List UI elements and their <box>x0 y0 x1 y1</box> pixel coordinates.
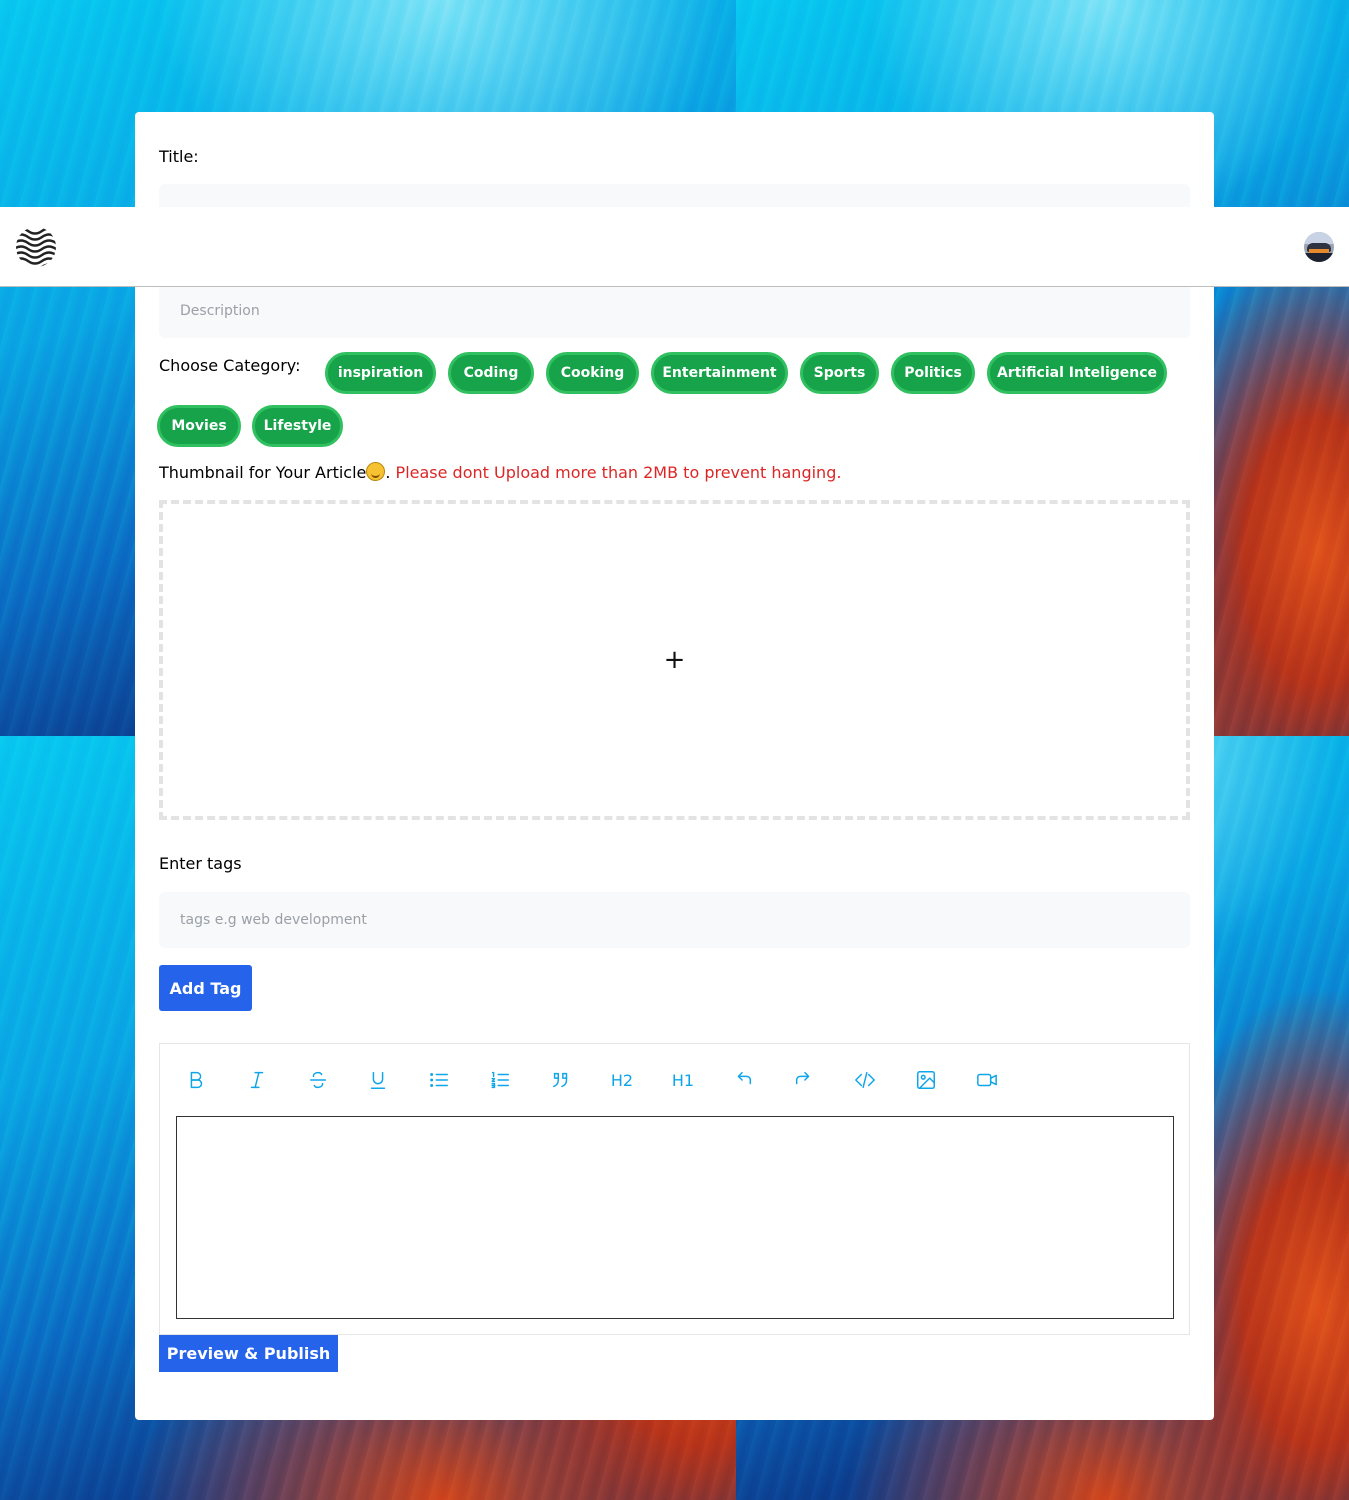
category-chip-politics[interactable]: Politics <box>891 352 975 394</box>
heading-1-button[interactable]: H1 <box>663 1064 703 1096</box>
add-tag-button[interactable]: Add Tag <box>159 965 252 1011</box>
category-chip-entertainment[interactable]: Entertainment <box>651 352 788 394</box>
category-chip-inspiration[interactable]: inspiration <box>325 352 436 394</box>
category-chip-artificial-inteligence[interactable]: Artificial Inteligence <box>987 352 1167 394</box>
heading-1-label: H1 <box>671 1070 695 1090</box>
heading-2-label: H2 <box>610 1070 634 1090</box>
bullet-list-icon[interactable] <box>419 1064 459 1096</box>
undo-icon[interactable] <box>723 1064 763 1096</box>
image-icon[interactable] <box>906 1064 946 1096</box>
strikethrough-icon[interactable] <box>298 1064 338 1096</box>
thumbnail-separator: . <box>385 463 396 482</box>
category-label: Choose Category: <box>159 356 301 375</box>
redo-icon[interactable] <box>784 1064 824 1096</box>
italic-icon[interactable] <box>237 1064 277 1096</box>
category-chip-sports[interactable]: Sports <box>800 352 879 394</box>
create-post-card: Title: Description Choose Category: insp… <box>135 112 1214 1420</box>
category-chip-lifestyle[interactable]: Lifestyle <box>252 405 343 447</box>
tags-input[interactable]: tags e.g web development <box>159 892 1190 948</box>
category-chip-coding[interactable]: Coding <box>448 352 534 394</box>
thumbnail-warning: Please dont Upload more than 2MB to prev… <box>395 463 842 482</box>
thumbnail-label: Thumbnail for Your Article. Please dont … <box>159 462 841 482</box>
user-avatar[interactable] <box>1304 232 1334 262</box>
editor-content-area[interactable] <box>176 1116 1174 1319</box>
underline-icon[interactable] <box>358 1064 398 1096</box>
thumbnail-text: Thumbnail for Your Article <box>159 463 367 482</box>
rich-text-editor: H2 H1 <box>159 1043 1190 1335</box>
title-label: Title: <box>159 147 199 166</box>
category-chip-cooking[interactable]: Cooking <box>546 352 639 394</box>
category-chip-movies[interactable]: Movies <box>157 405 241 447</box>
ordered-list-icon[interactable] <box>480 1064 520 1096</box>
video-icon[interactable] <box>967 1064 1007 1096</box>
wave-logo-icon[interactable] <box>14 225 58 269</box>
bold-icon[interactable] <box>176 1064 216 1096</box>
preview-publish-button[interactable]: Preview & Publish <box>159 1335 338 1372</box>
smile-emoji-icon <box>366 462 386 481</box>
thumbnail-dropzone[interactable]: + <box>159 500 1190 820</box>
heading-2-button[interactable]: H2 <box>602 1064 642 1096</box>
tags-label: Enter tags <box>159 854 242 873</box>
code-icon[interactable] <box>845 1064 885 1096</box>
blockquote-icon[interactable] <box>541 1064 581 1096</box>
plus-icon: + <box>663 645 686 675</box>
top-navbar <box>0 207 1349 287</box>
description-input[interactable]: Description <box>159 282 1190 338</box>
